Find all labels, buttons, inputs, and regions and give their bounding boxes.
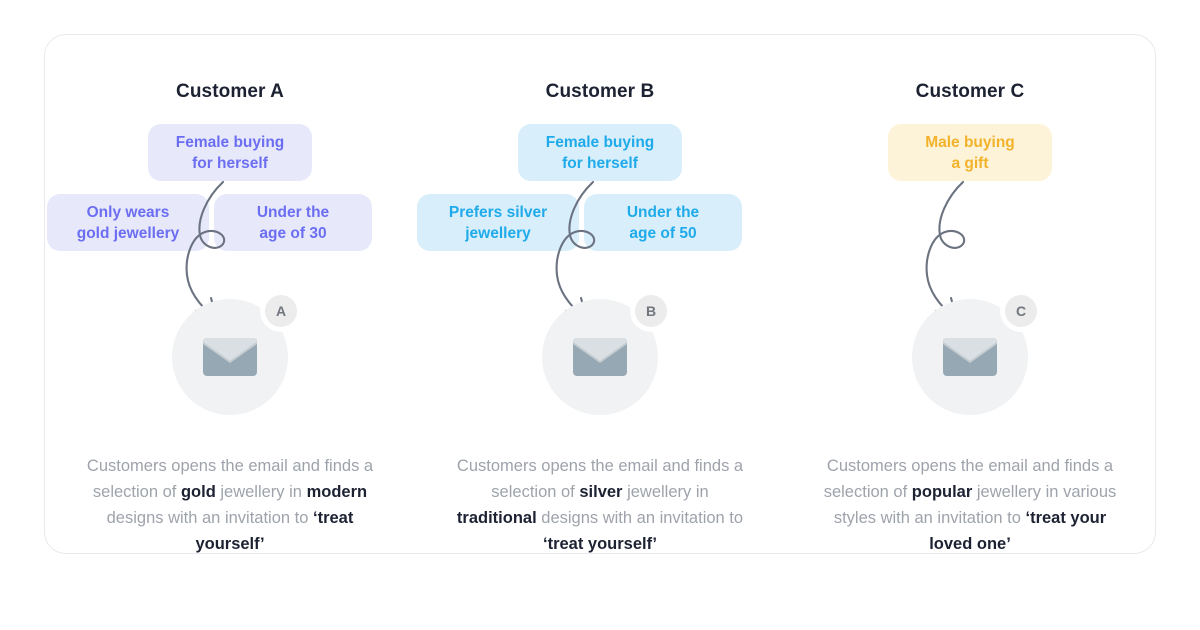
customer-column-a: Customer A Female buying for herself Onl… — [45, 35, 415, 553]
trait-pill-c-top-line1: Male buying — [925, 133, 1015, 151]
outcome-a-bold2: modern — [306, 483, 368, 501]
outcome-b-bold1: silver — [579, 483, 623, 501]
outcome-a-bold1: gold — [180, 483, 216, 501]
outcome-a-part3: designs with an invitation to — [106, 509, 313, 527]
envelope-icon-b — [573, 338, 627, 376]
trait-pill-a-left-line2: gold jewellery — [76, 224, 180, 242]
trait-pill-a-left-line1: Only wears — [86, 203, 170, 221]
outcome-a-part2: jewellery in — [215, 483, 307, 501]
trait-pill-b-left-line2: jewellery — [465, 224, 531, 242]
trait-pill-b-right: Under the age of 50 — [584, 194, 742, 251]
trait-pill-b-right-line2: age of 50 — [629, 224, 697, 242]
trait-pill-a-top: Female buying for herself — [148, 124, 312, 181]
outcome-text-b: Customers opens the email and finds a se… — [450, 453, 750, 557]
trait-pill-c-top: Male buying a gift — [888, 124, 1052, 181]
outcome-b-bold3: ‘treat yourself’ — [542, 535, 657, 553]
outcome-c-part2: jewellery in various — [972, 483, 1117, 501]
trait-pill-b-right-line1: Under the — [626, 203, 700, 221]
outcome-c-bold1: popular — [911, 483, 973, 501]
outcome-b-bold2: traditional — [456, 509, 537, 527]
column-title-c: Customer C — [915, 81, 1025, 102]
trait-pill-a-right: Under the age of 30 — [214, 194, 372, 251]
email-avatar-a: A — [172, 295, 297, 415]
trait-pill-a-right-line2: age of 30 — [259, 224, 327, 242]
trait-pill-c-top-line2: a gift — [951, 154, 989, 172]
trait-pill-a-top-line2: for herself — [192, 154, 268, 172]
avatar-badge-b: B — [635, 295, 667, 327]
trait-pill-b-top-line1: Female buying — [545, 133, 655, 151]
trait-pill-b-left: Prefers silver jewellery — [417, 194, 579, 251]
outcome-b-part3: designs with an invitation to — [536, 509, 744, 527]
trait-pill-a-top-line1: Female buying — [175, 133, 285, 151]
avatar-badge-a: A — [265, 295, 297, 327]
customer-column-b: Customer B Female buying for herself Pre… — [415, 35, 785, 553]
trait-pill-a-right-line1: Under the — [256, 203, 330, 221]
envelope-icon-c — [943, 338, 997, 376]
column-title-a: Customer A — [176, 81, 284, 102]
outcome-b-part2: jewellery in — [622, 483, 709, 501]
customer-columns: Customer A Female buying for herself Onl… — [45, 35, 1155, 553]
trait-pill-b-left-line1: Prefers silver — [448, 203, 548, 221]
envelope-icon-a — [203, 338, 257, 376]
column-title-b: Customer B — [545, 81, 655, 102]
avatar-badge-c: C — [1005, 295, 1037, 327]
diagram-card: Customer A Female buying for herself Onl… — [44, 34, 1156, 554]
outcome-text-a: Customers opens the email and finds a se… — [80, 453, 380, 557]
trait-pill-a-left: Only wears gold jewellery — [47, 194, 209, 251]
trait-pill-b-top: Female buying for herself — [518, 124, 682, 181]
customer-column-c: Customer C Male buying a gift C Customer… — [785, 35, 1155, 553]
email-avatar-b: B — [542, 295, 667, 415]
trait-pill-b-top-line2: for herself — [562, 154, 638, 172]
outcome-c-part3: styles with an invitation to — [833, 509, 1026, 527]
email-avatar-c: C — [912, 295, 1037, 415]
outcome-text-c: Customers opens the email and finds a se… — [820, 453, 1120, 557]
